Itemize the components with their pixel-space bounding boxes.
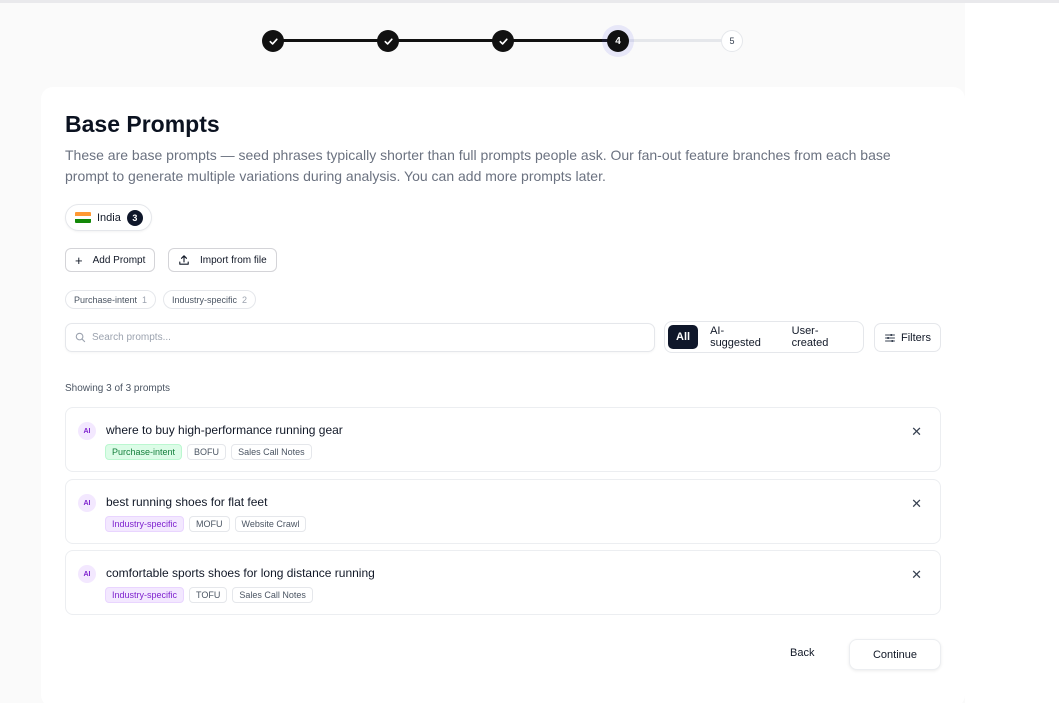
step-3-complete bbox=[492, 30, 514, 52]
tag-funnel-stage: TOFU bbox=[189, 587, 228, 603]
remove-prompt-close-icon[interactable]: ✕ bbox=[911, 496, 922, 512]
prompt-card: AI comfortable sports shoes for long dis… bbox=[65, 550, 941, 615]
segment-all[interactable]: All bbox=[668, 325, 699, 349]
page-description: These are base prompts — seed phrases ty… bbox=[65, 147, 891, 184]
search-input[interactable] bbox=[92, 332, 654, 343]
tag-filter-label: Industry-specific bbox=[172, 294, 238, 305]
continue-button[interactable]: Continue bbox=[849, 639, 941, 670]
tag-industry-specific: Industry-specific bbox=[105, 516, 185, 532]
check-icon bbox=[498, 37, 508, 45]
remove-prompt-close-icon[interactable]: ✕ bbox=[911, 567, 922, 583]
import-label: Import from file bbox=[200, 254, 267, 266]
prompt-card: AI best running shoes for flat feet Indu… bbox=[65, 479, 941, 544]
prompt-text: best running shoes for flat feet bbox=[106, 495, 268, 509]
step-1-complete bbox=[262, 30, 284, 52]
tag-source: Sales Call Notes bbox=[231, 444, 312, 460]
filters-label: Filters bbox=[901, 331, 931, 344]
tag-funnel-stage: MOFU bbox=[189, 516, 230, 532]
sliders-icon bbox=[885, 333, 896, 342]
source-segmented-control: All AI-suggested User-created bbox=[664, 321, 864, 353]
tag-filter-count: 2 bbox=[242, 294, 248, 305]
country-chip-india[interactable]: India 3 bbox=[65, 204, 152, 231]
ai-badge-icon: AI bbox=[78, 422, 96, 440]
tag-filter-label: Purchase-intent bbox=[74, 294, 138, 305]
prompt-tags: Industry-specific MOFU Website Crawl bbox=[105, 516, 307, 532]
progress-stepper: 4 5 bbox=[262, 29, 744, 53]
tag-filter-count: 1 bbox=[142, 294, 148, 305]
upload-icon bbox=[179, 255, 189, 265]
prompt-tags: Purchase-intent BOFU Sales Call Notes bbox=[105, 444, 312, 460]
step-2-complete bbox=[377, 30, 399, 52]
ai-badge-icon: AI bbox=[78, 565, 96, 583]
check-icon bbox=[268, 37, 278, 45]
add-prompt-label: Add Prompt bbox=[92, 254, 146, 266]
country-count-badge: 3 bbox=[126, 209, 143, 226]
country-name: India bbox=[97, 211, 121, 224]
import-from-file-button[interactable]: Import from file bbox=[168, 248, 277, 272]
prompt-text: comfortable sports shoes for long distan… bbox=[106, 566, 375, 580]
stepper-line-todo bbox=[618, 39, 732, 42]
prompt-card: AI where to buy high-performance running… bbox=[65, 407, 941, 472]
results-count: Showing 3 of 3 prompts bbox=[65, 383, 171, 394]
add-prompt-button[interactable]: + Add Prompt bbox=[65, 248, 156, 272]
prompt-tags: Industry-specific TOFU Sales Call Notes bbox=[105, 587, 313, 603]
ai-badge-icon: AI bbox=[78, 494, 96, 512]
tag-source: Sales Call Notes bbox=[232, 587, 313, 603]
prompt-text: where to buy high-performance running ge… bbox=[106, 423, 343, 437]
stepper-line-done bbox=[273, 39, 618, 42]
search-icon bbox=[75, 332, 86, 343]
segment-ai-suggested[interactable]: AI-suggested bbox=[702, 325, 780, 349]
step-5-pending: 5 bbox=[721, 30, 743, 52]
step-4-current: 4 bbox=[607, 30, 629, 52]
page-title: Base Prompts bbox=[65, 111, 220, 137]
tag-industry-specific: Industry-specific bbox=[105, 587, 185, 603]
filters-button[interactable]: Filters bbox=[874, 323, 941, 352]
base-prompts-card: Base Prompts These are base prompts — se… bbox=[41, 87, 965, 703]
remove-prompt-close-icon[interactable]: ✕ bbox=[911, 424, 922, 440]
search-box bbox=[65, 323, 655, 352]
plus-icon: + bbox=[75, 252, 83, 268]
tag-filter-purchase-intent[interactable]: Purchase-intent 1 bbox=[65, 290, 157, 309]
tag-source: Website Crawl bbox=[234, 516, 307, 532]
india-flag-icon bbox=[75, 212, 91, 223]
check-icon bbox=[383, 37, 393, 45]
tag-purchase-intent: Purchase-intent bbox=[105, 444, 183, 460]
tag-funnel-stage: BOFU bbox=[187, 444, 227, 460]
back-button[interactable]: Back bbox=[790, 647, 814, 659]
tag-filter-industry-specific[interactable]: Industry-specific 2 bbox=[163, 290, 257, 309]
segment-user-created[interactable]: User-created bbox=[784, 325, 860, 349]
